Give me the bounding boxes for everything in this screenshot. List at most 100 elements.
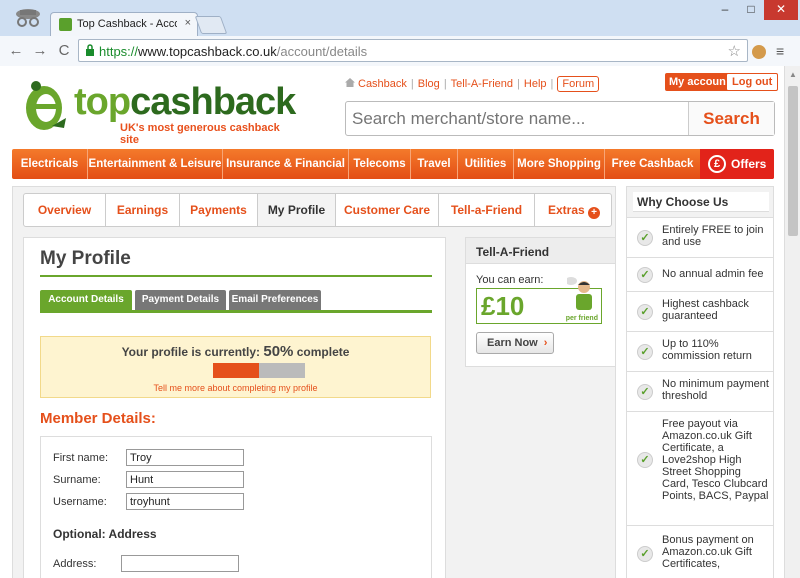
close-window-button[interactable]: ✕ (764, 0, 798, 20)
scrollbar-thumb[interactable] (788, 86, 798, 236)
back-button[interactable]: ← (6, 41, 26, 61)
category-electricals[interactable]: Electricals (12, 149, 88, 179)
tab-tell-a-friend[interactable]: Tell-a-Friend (439, 194, 535, 226)
check-icon: ✓ (637, 230, 653, 246)
log-out-button[interactable]: Log out (726, 73, 779, 91)
top-links: Cashback | Blog | Tell-A-Friend | Help | Forum (345, 76, 600, 92)
profile-tabs-underline (40, 310, 432, 313)
category-utilities[interactable]: Utilities (458, 149, 514, 179)
tab-my-profile[interactable]: My Profile (258, 194, 336, 226)
url-text: https://www.topcashback.co.uk/account/de… (99, 44, 367, 59)
per-friend-label: per friend (565, 315, 598, 322)
url-host: www.topcashback.co.uk (138, 44, 277, 59)
page-title: My Profile (40, 248, 131, 269)
logo-wordmark: topcashback (74, 80, 296, 124)
profile-section: My Profile Account Details Payment Detai… (23, 237, 446, 578)
category-free-cashback[interactable]: Free Cashback (605, 149, 700, 179)
search-button[interactable]: Search (688, 102, 774, 135)
tab-customer-care[interactable]: Customer Care (336, 194, 439, 226)
maximize-button[interactable]: □ (738, 0, 764, 20)
forward-button[interactable]: → (30, 41, 50, 61)
surname-field[interactable]: Hunt (126, 471, 244, 488)
check-icon: ✓ (637, 384, 653, 400)
person-icon (567, 277, 592, 310)
browser-menu-icon[interactable]: ≡ (776, 44, 790, 58)
tab-extras[interactable]: Extras + (535, 194, 613, 226)
link-help[interactable]: Help (524, 78, 547, 90)
category-entertainment[interactable]: Entertainment & Leisure (88, 149, 223, 179)
home-icon (345, 78, 355, 87)
pound-icon: £ (708, 155, 726, 173)
category-insurance[interactable]: Insurance & Financial (223, 149, 349, 179)
logo-word-top: top (74, 81, 131, 123)
surname-label: Surname: (53, 474, 101, 486)
tab-overview[interactable]: Overview (24, 194, 106, 226)
cookie-extension-icon[interactable] (752, 45, 766, 59)
optional-address-title: Optional: Address (53, 527, 157, 541)
logo-tagline: UK's most generous cashback site (120, 122, 280, 146)
why-item-text: No minimum payment threshold (662, 378, 769, 402)
earn-now-button[interactable]: Earn Now › (476, 332, 554, 354)
tab-email-preferences[interactable]: Email Preferences (229, 290, 321, 310)
category-more-shopping[interactable]: More Shopping (514, 149, 605, 179)
browser-toolbar: ← → C https://www.topcashback.co.uk/acco… (0, 36, 800, 66)
search-input[interactable] (352, 108, 682, 130)
first-name-field[interactable]: Troy (126, 449, 244, 466)
completion-percent: 50% (263, 343, 294, 360)
address-bar[interactable]: https://www.topcashback.co.uk/account/de… (78, 39, 748, 62)
why-item-text: Entirely FREE to join and use (662, 224, 764, 248)
offers-label: Offers (731, 157, 767, 171)
scroll-up-icon[interactable]: ▲ (789, 70, 797, 79)
why-item-text: No annual admin fee (662, 268, 764, 280)
logo-mark-icon (26, 81, 66, 130)
page-scrollbar[interactable]: ▲ (784, 66, 800, 578)
minimize-button[interactable]: – (712, 0, 738, 20)
new-tab-button[interactable] (194, 16, 228, 34)
why-item: ✓ Highest cashback guaranteed (627, 291, 773, 331)
bookmark-star-icon[interactable]: ☆ (728, 42, 741, 60)
member-details-form: First name: Troy Surname: Hunt Username:… (40, 436, 432, 578)
why-item: ✓ Entirely FREE to join and use (627, 217, 773, 257)
address-field[interactable] (121, 555, 239, 572)
lock-icon (86, 44, 94, 56)
search-bar: Search (345, 101, 775, 136)
profile-completion-box: Your profile is currently: 50% complete … (40, 336, 431, 398)
offers-button[interactable]: £ Offers (700, 149, 774, 179)
link-blog[interactable]: Blog (418, 78, 440, 90)
link-tell-a-friend[interactable]: Tell-A-Friend (451, 78, 513, 90)
page-content: topcashback UK's most generous cashback … (0, 66, 784, 578)
why-item: ✓ No annual admin fee (627, 257, 773, 291)
tab-account-details[interactable]: Account Details (40, 290, 132, 310)
site-logo[interactable]: topcashback UK's most generous cashback … (22, 78, 296, 146)
check-icon: ✓ (637, 546, 653, 562)
link-cashback[interactable]: Cashback (358, 78, 407, 90)
account-panel: Overview Earnings Payments My Profile Cu… (12, 186, 616, 578)
why-item: ✓ Bonus payment on Amazon.co.uk Gift Cert… (627, 525, 773, 578)
completion-help-link[interactable]: Tell me more about completing my profile (41, 383, 430, 393)
username-field[interactable]: troyhunt (126, 493, 244, 510)
url-path: /account/details (276, 44, 368, 59)
why-item-text: Free payout via Amazon.co.uk Gift Certif… (662, 418, 769, 502)
link-forum[interactable]: Forum (557, 76, 600, 92)
browser-tab[interactable]: Top Cashback - Account × (50, 12, 198, 36)
tab-earnings[interactable]: Earnings (106, 194, 180, 226)
check-icon: ✓ (637, 344, 653, 360)
reload-button[interactable]: C (54, 41, 74, 61)
plus-icon: + (588, 207, 601, 219)
completion-text: Your profile is currently: 50% complete (41, 343, 430, 360)
incognito-icon (16, 9, 40, 27)
category-travel[interactable]: Travel (411, 149, 458, 179)
first-name-label: First name: (53, 452, 109, 464)
completion-prefix: Your profile is currently: (121, 345, 261, 359)
earn-amount: £10 (481, 291, 525, 321)
tab-close-icon[interactable]: × (185, 17, 191, 29)
why-choose-us-title: Why Choose Us (633, 192, 769, 212)
tab-payment-details[interactable]: Payment Details (135, 290, 226, 310)
favicon-icon (59, 18, 72, 31)
why-choose-us-panel: Why Choose Us ✓ Entirely FREE to join and… (626, 186, 774, 578)
my-account-button[interactable]: My account (665, 73, 734, 91)
category-nav: Electricals Entertainment & Leisure Insu… (12, 149, 774, 179)
chevron-right-icon: › (543, 337, 548, 349)
tab-payments[interactable]: Payments (180, 194, 258, 226)
category-telecoms[interactable]: Telecoms (349, 149, 411, 179)
